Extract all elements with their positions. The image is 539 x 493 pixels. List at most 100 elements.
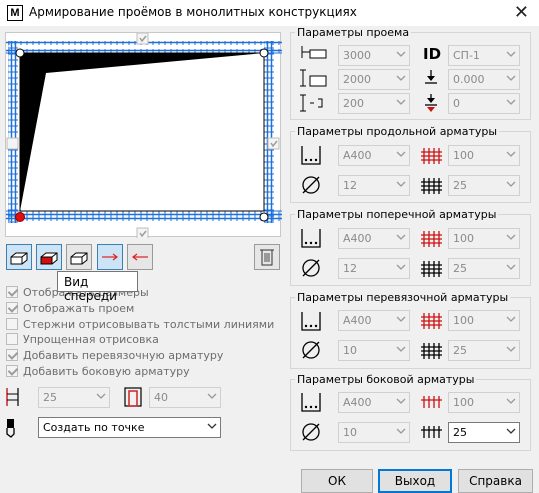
chevron-down-icon (506, 99, 516, 105)
add-tie-checkbox[interactable] (6, 349, 18, 361)
settings-tool-button[interactable] (254, 244, 280, 270)
chevron-down-icon (96, 393, 106, 399)
show-opening-checkbox[interactable] (6, 302, 18, 314)
depth-select[interactable]: 200 (338, 93, 410, 114)
long-diameter-select[interactable]: 12 (338, 175, 410, 196)
trans-step-b-select[interactable]: 25 (448, 258, 520, 279)
add-side-option[interactable]: Добавить боковую арматуру (6, 364, 190, 378)
chevron-down-icon (396, 264, 406, 270)
simplified-option[interactable]: Упрощенная отрисовка (6, 332, 159, 346)
long-step-b-select[interactable]: 25 (448, 175, 520, 196)
tie-step-b-select[interactable]: 25 (448, 340, 520, 361)
depth-value: 200 (343, 97, 364, 110)
height-icon (300, 69, 327, 87)
cover-select[interactable]: 40 (149, 387, 221, 408)
ok-button[interactable]: ОК (301, 469, 373, 493)
black-grid-icon (421, 261, 442, 277)
side-class-select[interactable]: А400 (338, 392, 410, 413)
trans-class-value: А400 (343, 232, 372, 245)
tie-step-a-select[interactable]: 100 (448, 310, 520, 331)
direction-right-button[interactable] (97, 244, 123, 270)
long-step-a-value: 100 (453, 149, 474, 162)
chevron-down-icon (506, 346, 516, 352)
brush-icon (6, 419, 15, 438)
level-value: 0.000 (453, 73, 485, 86)
offset-icon (425, 94, 437, 112)
side-step-a-select[interactable]: 100 (448, 392, 520, 413)
help-button[interactable]: Справка (458, 469, 533, 493)
thick-lines-option[interactable]: Стержни отрисовывать толстыми линиями (6, 317, 274, 331)
red-grid-icon (421, 231, 442, 247)
side-step-b-select[interactable]: 25 (448, 422, 520, 443)
side-rebar-title: Параметры боковой арматуры (295, 373, 477, 386)
tie-diameter-value: 10 (343, 344, 357, 357)
height-value: 2000 (343, 73, 371, 86)
thick-lines-label: Стержни отрисовывать толстыми линиями (23, 317, 275, 331)
width-value: 3000 (343, 49, 371, 62)
close-icon[interactable]: ✕ (514, 2, 529, 23)
trans-diameter-select[interactable]: 12 (338, 258, 410, 279)
tie-diameter-select[interactable]: 10 (338, 340, 410, 361)
show-opening-option[interactable]: Отображать проем (6, 301, 134, 315)
chevron-down-icon (396, 398, 406, 404)
side-step-a-value: 100 (453, 396, 474, 409)
view-front-button[interactable] (36, 244, 62, 270)
chevron-down-icon (396, 316, 406, 322)
spacing-select[interactable]: 25 (38, 387, 110, 408)
red-grid-icon (421, 148, 442, 164)
id-select[interactable]: СП-1 (448, 45, 520, 66)
width-select[interactable]: 3000 (338, 45, 410, 66)
window-title: Армирование проёмов в монолитных констру… (29, 5, 357, 19)
trans-step-a-select[interactable]: 100 (448, 228, 520, 249)
bottom-rebar-band (6, 211, 282, 223)
thick-lines-checkbox[interactable] (6, 318, 18, 330)
direction-left-button[interactable] (127, 244, 153, 270)
show-sizes-checkbox[interactable] (6, 286, 18, 298)
create-mode-value: Создать по точке (43, 421, 145, 434)
trans-rebar-title: Параметры поперечной арматуры (295, 208, 499, 221)
tie-rebar-title: Параметры перевязочной арматуры (295, 291, 511, 304)
simplified-checkbox[interactable] (6, 333, 18, 345)
rebar-class-icon (301, 393, 321, 412)
cover-icon (124, 387, 142, 407)
level-select[interactable]: 0.000 (448, 69, 520, 90)
offset-value: 0 (453, 97, 460, 110)
id-value: СП-1 (453, 49, 480, 62)
view-top-button[interactable] (6, 244, 32, 270)
chevron-down-icon (506, 75, 516, 81)
trans-diameter-value: 12 (343, 262, 357, 275)
chevron-down-icon (207, 393, 217, 399)
frame-tool-icon (260, 249, 274, 266)
chevron-down-icon (506, 264, 516, 270)
side-class-value: А400 (343, 396, 372, 409)
side-diameter-select[interactable]: 10 (338, 422, 410, 443)
arrow-left-icon (132, 253, 148, 261)
height-select[interactable]: 2000 (338, 69, 410, 90)
opening-preview (5, 32, 282, 240)
chevron-down-icon (506, 428, 516, 434)
create-mode-select[interactable]: Создать по точке (38, 417, 221, 438)
preview-drawing (6, 32, 282, 240)
long-class-select[interactable]: А400 (338, 145, 410, 166)
rebar-class-icon (301, 312, 321, 331)
long-step-a-select[interactable]: 100 (448, 145, 520, 166)
right-rebar-band (264, 41, 276, 223)
trans-class-select[interactable]: А400 (338, 228, 410, 249)
black-comb-icon (421, 426, 442, 438)
offset-select[interactable]: 0 (448, 93, 520, 114)
diameter-icon (302, 423, 320, 441)
diameter-icon (302, 341, 320, 359)
chevron-down-icon (506, 181, 516, 187)
level-icon (425, 70, 437, 84)
view-side-button[interactable] (66, 244, 92, 270)
add-side-checkbox[interactable] (6, 365, 18, 377)
tie-class-value: А400 (343, 314, 372, 327)
chevron-down-icon (207, 423, 217, 429)
opening-params-title: Параметры проема (295, 26, 412, 39)
tie-step-b-value: 25 (453, 344, 467, 357)
tie-class-select[interactable]: А400 (338, 310, 410, 331)
cover-value: 40 (154, 391, 168, 404)
exit-button[interactable]: Выход (378, 469, 452, 493)
chevron-down-icon (396, 51, 406, 57)
add-tie-option[interactable]: Добавить перевязочную арматуру (6, 348, 223, 362)
